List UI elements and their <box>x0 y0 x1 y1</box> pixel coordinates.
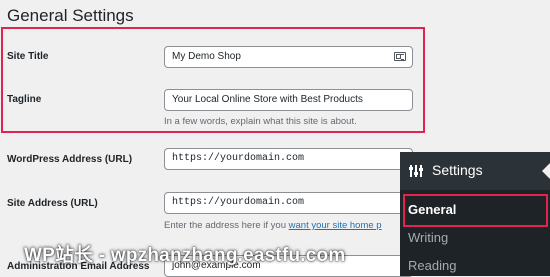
submenu-item-reading[interactable]: Reading <box>408 258 456 273</box>
site-title-input[interactable]: My Demo Shop <box>164 46 413 68</box>
page-title: General Settings <box>7 6 134 25</box>
settings-menu-label: Settings <box>432 162 483 178</box>
current-menu-arrow <box>542 163 550 179</box>
site-address-description-text: Enter the address here if you <box>164 220 289 231</box>
wordpress-address-label: WordPress Address (URL) <box>7 154 133 165</box>
submenu-item-writing[interactable]: Writing <box>408 230 448 245</box>
settings-sliders-icon <box>409 164 423 178</box>
site-address-value: https://yourdomain.com <box>172 197 305 208</box>
tagline-input[interactable]: Your Local Online Store with Best Produc… <box>164 89 413 111</box>
tagline-description: In a few words, explain what this site i… <box>164 116 357 127</box>
tagline-value: Your Local Online Store with Best Produc… <box>172 94 363 105</box>
contact-card-icon[interactable] <box>394 52 406 61</box>
site-title-label: Site Title <box>7 51 49 62</box>
wordpress-address-input[interactable]: https://yourdomain.com <box>164 148 413 170</box>
general-highlight-frame <box>403 194 548 227</box>
watermark: WP站长 - wpzhanzhang.eastfu.com <box>24 245 346 266</box>
site-title-value: My Demo Shop <box>172 51 241 62</box>
wordpress-address-value: https://yourdomain.com <box>172 153 305 164</box>
site-address-description: Enter the address here if you want your … <box>164 220 382 231</box>
site-address-label: Site Address (URL) <box>7 198 98 209</box>
tagline-label: Tagline <box>7 94 42 105</box>
site-address-help-link[interactable]: want your site home p <box>289 220 382 231</box>
settings-menu-header[interactable]: Settings <box>400 152 550 190</box>
site-address-input[interactable]: https://yourdomain.com <box>164 192 413 214</box>
